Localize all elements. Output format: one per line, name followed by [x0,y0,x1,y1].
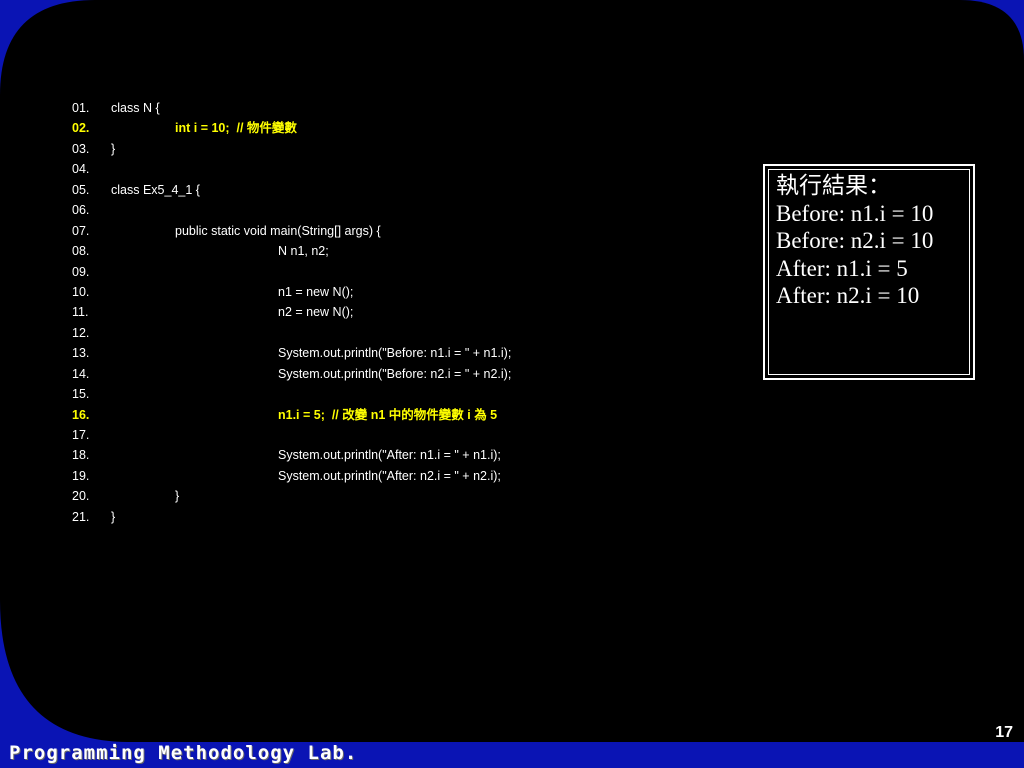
code-text: } [111,509,116,524]
line-number: 12. [72,325,90,340]
line-number: 07. [72,223,90,238]
code-text: } [175,489,180,504]
code-text: System.out.println("Before: n2.i = " + n… [278,366,512,381]
line-number: 02. [72,121,90,136]
line-number: 03. [72,141,90,156]
output-line-4: After: n2.i = 10 [776,283,920,308]
line-number: 06. [72,203,90,218]
output-line-1: Before: n1.i = 10 [776,200,934,226]
code-text: n1.i = 5; // 改變 n1 中的物件變數 i 為 5 [278,407,498,422]
line-number: 16. [72,407,90,422]
code-text: class Ex5_4_1 { [111,182,200,197]
line-number: 19. [72,468,90,483]
line-number: 14. [72,366,90,381]
code-text: int i = 10; // 物件變數 [175,121,297,136]
line-number: 04. [72,162,90,177]
line-number: 20. [72,489,90,504]
output-line-2: Before: n2.i = 10 [776,228,934,253]
line-number: 08. [72,244,90,259]
line-number: 05. [72,182,90,197]
code-text: System.out.println("After: n2.i = " + n2… [278,468,501,483]
line-number: 13. [72,346,90,361]
output-box: 執行結果： Before: n1.i = 10 Before: n2.i = 1… [763,164,975,380]
line-number: 09. [72,264,90,279]
code-text: public static void main(String[] args) { [175,223,381,238]
code-text: N n1, n2; [278,244,329,259]
line-number: 21. [72,509,90,524]
lab-name: Programming Methodology Lab. [9,742,358,764]
line-number: 11. [72,305,89,320]
line-number: 15. [72,387,90,402]
code-text: n1 = new N(); [278,284,354,299]
code-text: n2 = new N(); [278,305,354,320]
code-text: } [111,141,116,156]
line-number: 10. [72,284,90,299]
line-number: 17. [72,428,90,442]
output-title: 執行結果： [776,173,891,198]
page-number: 17 [995,724,1013,741]
slide: 01. class N { 02. int i = 10; // 物件變數 03.} 04… [0,0,1024,768]
code-text: class N { [111,101,160,115]
code-text: System.out.println("After: n1.i = " + n1… [278,448,501,463]
code-text: System.out.println("Before: n1.i = " + n… [278,346,512,361]
output-line-3: After: n1.i = 5 [776,255,908,281]
output-text: 執行結果： Before: n1.i = 10 Before: n2.i = 1… [776,172,933,310]
line-number: 01. [72,101,90,115]
line-number: 18. [72,448,90,463]
